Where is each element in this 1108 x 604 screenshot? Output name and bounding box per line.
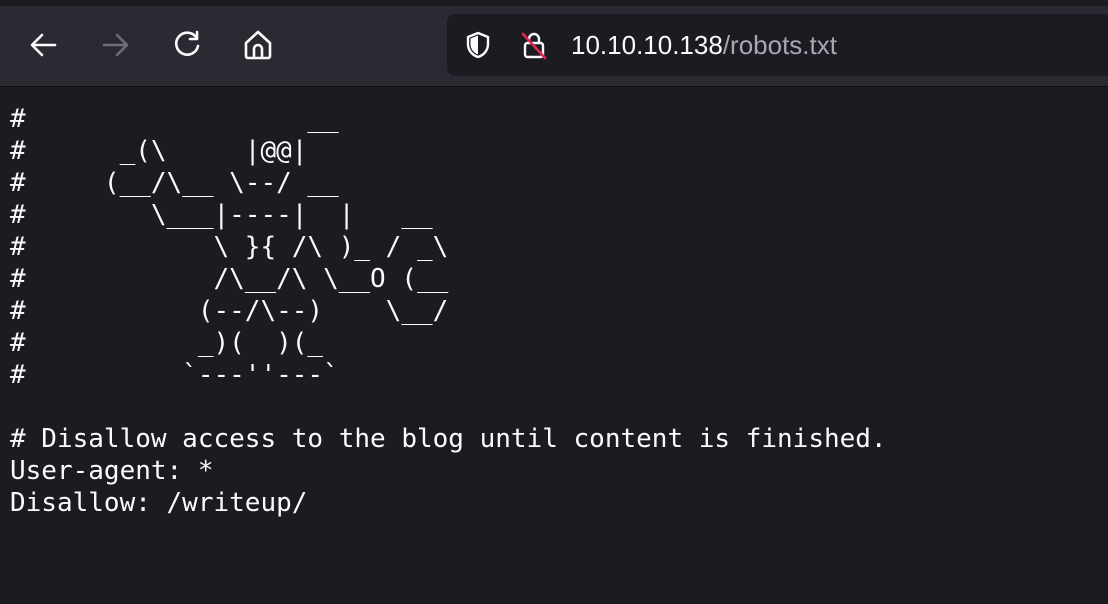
ascii-art-line: # __ [10, 104, 339, 134]
ascii-art-line: # _(\ |@@| [10, 136, 308, 166]
ascii-art-line: # _)( )(_ [10, 328, 324, 358]
robots-disallow: Disallow: /writeup/ [10, 488, 308, 518]
url-host: 10.10.10.138 [571, 30, 723, 60]
tab-strip-edge [0, 0, 1108, 6]
url-path: /robots.txt [722, 30, 837, 60]
robots-txt-content: # __ # _(\ |@@| # (__/\__ \--/ __ # \___… [10, 103, 887, 519]
ascii-art-line: # (__/\__ \--/ __ [10, 168, 339, 198]
url-text[interactable]: 10.10.10.138/robots.txt [571, 29, 837, 61]
arrow-right-icon [102, 33, 129, 57]
robots-user-agent: User-agent: * [10, 456, 214, 486]
ascii-art-line: # \___|----| | __ [10, 200, 433, 230]
tracking-protection-button[interactable] [463, 30, 493, 60]
forward-button[interactable] [96, 25, 136, 65]
crossed-lock-icon [521, 32, 547, 60]
browser-toolbar: 10.10.10.138/robots.txt [0, 0, 1108, 87]
ascii-art-line: # `---''---` [10, 360, 339, 390]
reload-icon [174, 30, 200, 56]
back-button[interactable] [23, 25, 63, 65]
home-icon [244, 30, 272, 60]
reload-button[interactable] [167, 25, 207, 65]
arrow-left-icon [30, 33, 57, 57]
robots-comment: # Disallow access to the blog until cont… [10, 424, 887, 454]
home-button[interactable] [238, 25, 278, 65]
shield-icon [466, 31, 490, 59]
address-bar[interactable]: 10.10.10.138/robots.txt [447, 14, 1108, 76]
site-security-button[interactable] [519, 30, 549, 60]
ascii-art-line: # (--/\--) \__/ [10, 296, 449, 326]
ascii-art-line: # /\__/\ \__O (__ [10, 264, 449, 294]
ascii-art-line: # \ }{ /\ )_ / _\ [10, 232, 449, 262]
